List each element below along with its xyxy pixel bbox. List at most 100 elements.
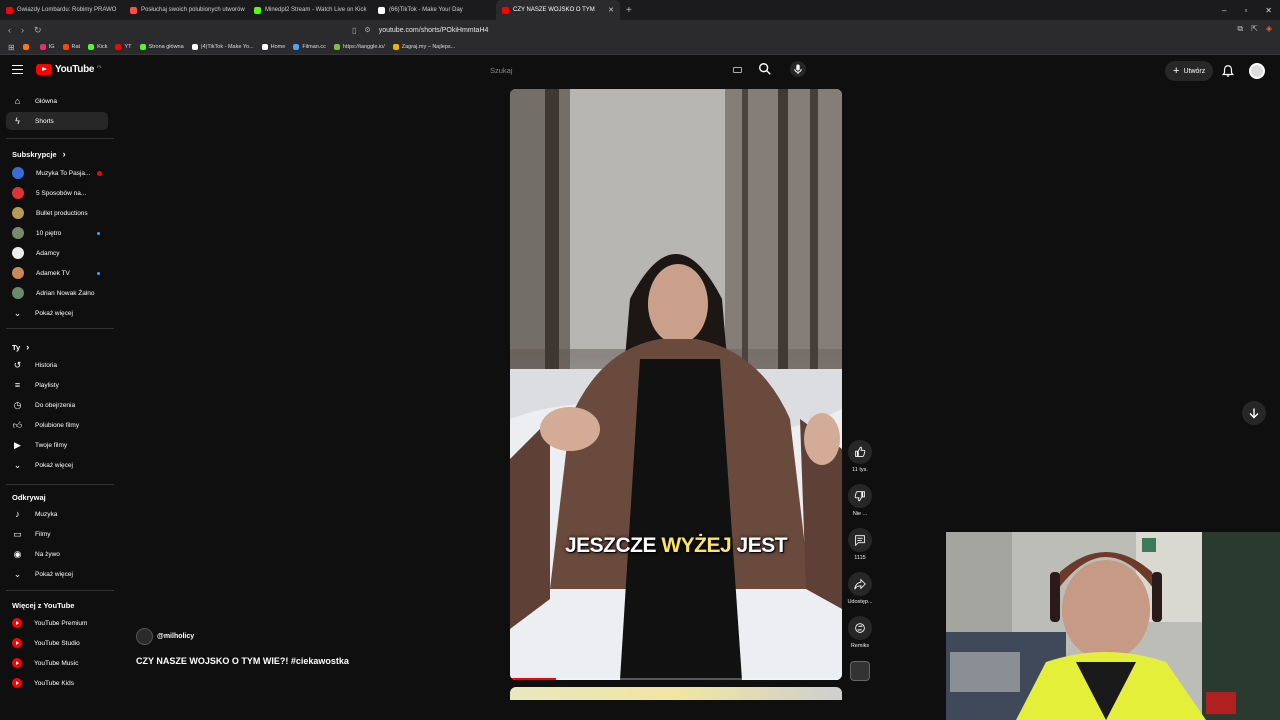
- sidebar-item-explore[interactable]: ◉ Na żywo: [6, 545, 108, 563]
- search-input[interactable]: Szukaj: [482, 60, 756, 81]
- sidebar-item-gwna[interactable]: ⌂ Główna: [6, 92, 108, 110]
- sidebar-item-youtube-app[interactable]: YouTube Kids: [6, 674, 108, 692]
- sidebar-item-youtube-app[interactable]: YouTube Premium: [6, 614, 108, 632]
- sound-thumbnail[interactable]: [850, 661, 870, 681]
- thumb-up-icon[interactable]: [848, 440, 872, 464]
- sidebar-subscription[interactable]: Adamek TV: [6, 264, 108, 282]
- bookmark-item[interactable]: https://tanggle.io/: [333, 44, 385, 50]
- sidebar-item-you[interactable]: ▶ Twoje filmy: [6, 436, 108, 454]
- subscriptions-header[interactable]: Subskrypcje ›: [12, 149, 66, 159]
- explore-header[interactable]: Odkrywaj: [12, 493, 46, 502]
- search-icon[interactable]: [758, 62, 772, 76]
- sidebar-item-you[interactable]: ⌄ Pokaż więcej: [6, 456, 108, 474]
- site-info-icon[interactable]: ⚙: [364, 26, 370, 34]
- sidebar-item-you[interactable]: ◷ Do obejrzenia: [6, 396, 108, 414]
- short-video-player[interactable]: JESZCZE WYŻEJ JEST: [510, 89, 842, 680]
- sidebar-item-explore[interactable]: ⌄ Pokaż więcej: [6, 565, 108, 583]
- url-text[interactable]: youtube.com/shorts/POkiHmmtaH4: [379, 27, 489, 34]
- channel-info[interactable]: @milholicy: [136, 628, 194, 645]
- chevron-down-icon: ⌄: [13, 459, 22, 470]
- sidebar-item-label: Do obejrzenia: [35, 401, 76, 409]
- notifications-icon[interactable]: [1221, 64, 1235, 78]
- forward-icon[interactable]: ›: [21, 25, 24, 36]
- nav-buttons: ‹ › ↻: [0, 25, 60, 36]
- bookmark-item[interactable]: Home: [261, 44, 285, 50]
- sidebar-item-you[interactable]: 👍︎ Polubione filmy: [6, 416, 108, 434]
- youtube-app-icon: [12, 678, 22, 688]
- sidebar-subscription[interactable]: 5 Sposobów na...: [6, 184, 108, 202]
- url-box[interactable]: ▯ ⚙ youtube.com/shorts/POkiHmmtaH4: [352, 22, 912, 38]
- action-thumb-down[interactable]: Nie ...: [846, 484, 874, 517]
- remix-icon[interactable]: [848, 616, 872, 640]
- sidebar-subscription[interactable]: 10 piętro: [6, 224, 108, 242]
- sidebar-subscription[interactable]: Muzyka To Pasja...: [6, 164, 108, 182]
- sidebar-subscription[interactable]: Bullet productions: [6, 204, 108, 222]
- channel-handle[interactable]: @milholicy: [157, 633, 194, 640]
- bookmark-item[interactable]: Kick: [88, 44, 107, 50]
- action-share[interactable]: Udostęp...: [846, 572, 874, 605]
- action-comment[interactable]: 1115: [846, 528, 874, 561]
- bookmark-label: Strona główna: [148, 44, 184, 50]
- action-thumb-up[interactable]: 11 tys.: [846, 440, 874, 473]
- next-short-preview[interactable]: [510, 687, 842, 701]
- video-subtitle: JESZCZE WYŻEJ JEST: [510, 534, 842, 558]
- browser-tab[interactable]: (66)TikTok - Make Your Day: [372, 0, 496, 20]
- sidebar-item-label: Pokaż więcej: [35, 570, 73, 578]
- close-window-icon[interactable]: ✕: [1265, 6, 1272, 15]
- bookmark-item[interactable]: [22, 44, 32, 50]
- browser-toolbar-icons: ⧉ ⇱ ◈: [1237, 24, 1272, 34]
- share-icon[interactable]: [848, 572, 872, 596]
- more-from-youtube-header[interactable]: Więcej z YouTube: [12, 601, 74, 610]
- show-more-subscriptions[interactable]: ⌄ Pokaż więcej: [6, 304, 108, 322]
- bookmark-item[interactable]: Strona główna: [139, 44, 184, 50]
- close-tab-icon[interactable]: ✕: [608, 6, 614, 14]
- bookmark-item[interactable]: Zagraj.my – Najleps...: [392, 44, 455, 50]
- bookmark-label: https://tanggle.io/: [342, 44, 385, 50]
- next-short-button[interactable]: [1242, 401, 1266, 425]
- share-icon[interactable]: ⇱: [1251, 24, 1258, 34]
- brave-shield-icon[interactable]: ◈: [1266, 24, 1272, 34]
- bookmark-item[interactable]: Filman.cc: [293, 44, 326, 50]
- sidebar-item-shorts[interactable]: ϟ Shorts: [6, 112, 108, 130]
- create-button[interactable]: + Utwórz: [1165, 61, 1214, 81]
- apps-grid-icon[interactable]: ⊞: [8, 43, 15, 52]
- sidebar-item-you[interactable]: ↺ Historia: [6, 356, 108, 374]
- sidebar-item-explore[interactable]: ▭ Filmy: [6, 525, 108, 543]
- sidebar-item-label: YouTube Music: [34, 659, 79, 667]
- bookmark-item[interactable]: YT: [115, 44, 132, 50]
- browser-tab[interactable]: Minedpl2 Stream - Watch Live on Kick: [248, 0, 372, 20]
- bookmark-item[interactable]: Rat: [62, 44, 80, 50]
- you-header[interactable]: Ty ›: [12, 342, 29, 352]
- sidebar-subscription[interactable]: Adrian Nowak Żalno: [6, 284, 108, 302]
- browser-tab[interactable]: Posłuchaj swoich polubionych utworów: [124, 0, 248, 20]
- browser-tab[interactable]: Gwiazdy Lombardu: Robimy PRAWO: [0, 0, 124, 20]
- bookmark-item[interactable]: (4)TikTok - Make Yo...: [191, 44, 254, 50]
- bookmark-item[interactable]: IG: [39, 44, 55, 50]
- minimize-icon[interactable]: –: [1222, 6, 1226, 15]
- youtube-logo[interactable]: YouTube PL: [36, 64, 102, 75]
- comment-icon[interactable]: [848, 528, 872, 552]
- sidebar-item-explore[interactable]: ♪ Muzyka: [6, 505, 108, 523]
- back-icon[interactable]: ‹: [8, 25, 11, 36]
- account-avatar[interactable]: [1249, 63, 1265, 79]
- action-remix[interactable]: Remiks: [846, 616, 874, 649]
- mic-icon[interactable]: [790, 61, 806, 77]
- extension-icon[interactable]: ⧉: [1237, 24, 1243, 34]
- sidebar-item-you[interactable]: ≡ Playlisty: [6, 376, 108, 394]
- menu-icon[interactable]: [12, 65, 23, 74]
- sidebar-item-youtube-app[interactable]: YouTube Music: [6, 654, 108, 672]
- channel-avatar[interactable]: [136, 628, 153, 645]
- sidebar-subscription[interactable]: Adamcy: [6, 244, 108, 262]
- browser-tab[interactable]: CZY NASZE WOJSKO O TYM ✕: [496, 0, 620, 20]
- section-title: Ty: [12, 342, 21, 352]
- new-content-dot: [97, 271, 100, 275]
- sidebar-item-youtube-app[interactable]: YouTube Studio: [6, 634, 108, 652]
- keyboard-icon[interactable]: [733, 67, 742, 73]
- video-progress-bar[interactable]: [510, 678, 842, 680]
- reload-icon[interactable]: ↻: [34, 25, 42, 36]
- thumb-down-icon[interactable]: [848, 484, 872, 508]
- bookmark-icon[interactable]: ▯: [352, 26, 356, 35]
- maximize-icon[interactable]: ▫: [1244, 6, 1247, 15]
- sidebar-item-label: Muzyka: [35, 510, 58, 518]
- new-tab-button[interactable]: +: [620, 5, 638, 16]
